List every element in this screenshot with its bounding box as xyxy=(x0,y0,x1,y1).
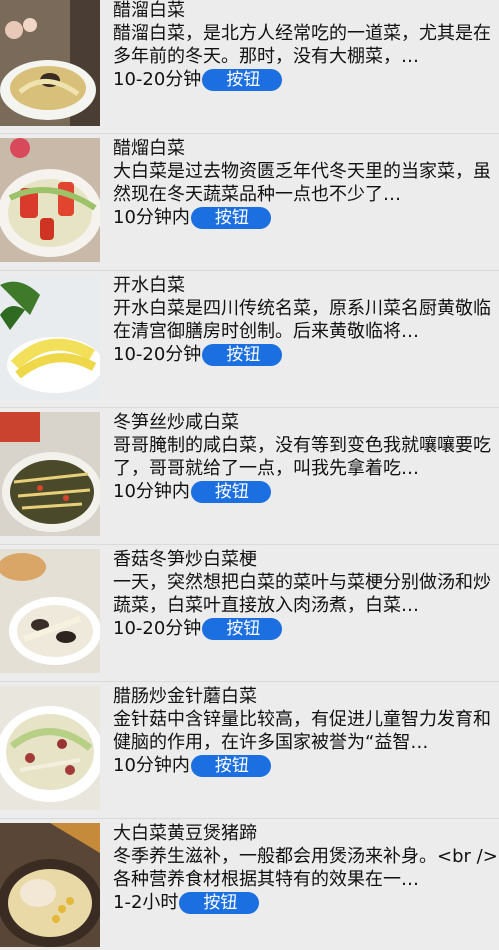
recipe-title: 醋熘白菜 xyxy=(113,138,185,159)
dish-photo-icon xyxy=(0,0,100,126)
recipe-thumbnail[interactable] xyxy=(0,412,100,536)
divider xyxy=(0,681,499,682)
divider xyxy=(0,818,499,819)
recipe-title: 醋溜白菜 xyxy=(113,0,185,21)
recipe-title: 开水白菜 xyxy=(113,275,185,296)
recipe-button[interactable]: 按钮 xyxy=(190,481,271,503)
dish-photo-icon xyxy=(0,549,100,673)
recipe-thumbnail[interactable] xyxy=(0,138,100,262)
cook-time: 1-2小时 xyxy=(113,892,179,913)
recipe-item[interactable]: 开水白菜 开水白菜是四川传统名菜，原系川菜名厨黄敬临在清宫御膳房时创制。后来黄敬… xyxy=(0,275,499,402)
recipe-list: 醋溜白菜 醋溜白菜，是北方人经常吃的一道菜，尤其是在多年前的冬天。那时，没有大棚… xyxy=(0,0,499,950)
dish-photo-icon xyxy=(0,412,100,536)
dish-photo-icon xyxy=(0,138,100,262)
cook-time: 10分钟内 xyxy=(113,755,190,776)
recipe-description: 醋溜白菜，是北方人经常吃的一道菜，尤其是在多年前的冬天。那时，没有大棚菜，… xyxy=(113,23,491,67)
recipe-button[interactable]: 按钮 xyxy=(190,755,271,777)
recipe-title: 腊肠炒金针蘑白菜 xyxy=(113,686,257,707)
recipe-item[interactable]: 香菇冬笋炒白菜梗 一天，突然想把白菜的菜叶与菜梗分别做汤和炒蔬菜，白菜叶直接放入… xyxy=(0,549,499,676)
recipe-description: 大白菜是过去物资匮乏年代冬天里的当家菜，虽然现在冬天蔬菜品种一点也不少了… xyxy=(113,161,491,205)
recipe-description: 开水白菜是四川传统名菜，原系川菜名厨黄敬临在清宫御膳房时创制。后来黄敬临将… xyxy=(113,298,491,342)
recipe-thumbnail[interactable] xyxy=(0,823,100,947)
cook-time: 10分钟内 xyxy=(113,481,190,502)
recipe-item[interactable]: 大白菜黄豆煲猪蹄 冬季养生滋补，一般都会用煲汤来补身。<br />各种营养食材根… xyxy=(0,823,499,950)
divider xyxy=(0,133,499,134)
recipe-description: 冬季养生滋补，一般都会用煲汤来补身。<br />各种营养食材根据其特有的效果在一… xyxy=(113,846,498,890)
recipe-description: 金针菇中含锌量比较高，有促进儿童智力发育和健脑的作用，在许多国家被誉为“益智… xyxy=(113,709,491,753)
recipe-item[interactable]: 醋溜白菜 醋溜白菜，是北方人经常吃的一道菜，尤其是在多年前的冬天。那时，没有大棚… xyxy=(0,0,499,127)
recipe-title: 香菇冬笋炒白菜梗 xyxy=(113,549,257,570)
divider xyxy=(0,270,499,271)
recipe-item[interactable]: 腊肠炒金针蘑白菜 金针菇中含锌量比较高，有促进儿童智力发育和健脑的作用，在许多国… xyxy=(0,686,499,813)
recipe-button[interactable]: 按钮 xyxy=(179,892,260,914)
cook-time: 10-20分钟 xyxy=(113,69,202,90)
cook-time: 10-20分钟 xyxy=(113,344,202,365)
cook-time: 10分钟内 xyxy=(113,207,190,228)
recipe-thumbnail[interactable] xyxy=(0,686,100,810)
recipe-description: 一天，突然想把白菜的菜叶与菜梗分别做汤和炒蔬菜，白菜叶直接放入肉汤煮，白菜… xyxy=(113,572,491,616)
recipe-button[interactable]: 按钮 xyxy=(202,69,283,91)
recipe-button[interactable]: 按钮 xyxy=(202,344,283,366)
cook-time: 10-20分钟 xyxy=(113,618,202,639)
recipe-thumbnail[interactable] xyxy=(0,549,100,673)
recipe-thumbnail[interactable] xyxy=(0,275,100,399)
dish-photo-icon xyxy=(0,275,100,399)
divider xyxy=(0,544,499,545)
divider xyxy=(0,407,499,408)
recipe-item[interactable]: 醋熘白菜 大白菜是过去物资匮乏年代冬天里的当家菜，虽然现在冬天蔬菜品种一点也不少… xyxy=(0,138,499,265)
recipe-title: 冬笋丝炒咸白菜 xyxy=(113,412,239,433)
recipe-thumbnail[interactable] xyxy=(0,0,100,126)
recipe-item[interactable]: 冬笋丝炒咸白菜 哥哥腌制的咸白菜，没有等到变色我就嚷嚷要吃了，哥哥就给了一点，叫… xyxy=(0,412,499,539)
recipe-description: 哥哥腌制的咸白菜，没有等到变色我就嚷嚷要吃了，哥哥就给了一点，叫我先拿着吃… xyxy=(113,435,491,479)
recipe-title: 大白菜黄豆煲猪蹄 xyxy=(113,823,257,844)
recipe-button[interactable]: 按钮 xyxy=(202,618,283,640)
dish-photo-icon xyxy=(0,686,100,810)
dish-photo-icon xyxy=(0,823,100,947)
recipe-button[interactable]: 按钮 xyxy=(190,207,271,229)
